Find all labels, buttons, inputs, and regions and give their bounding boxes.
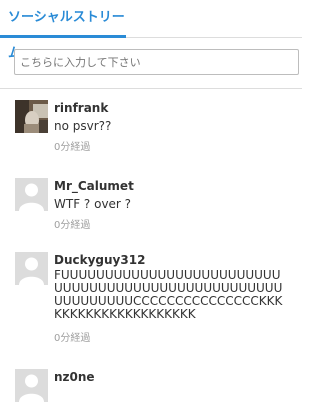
feed-post: nz0ne [0,358,302,402]
default-avatar-icon [15,178,48,211]
post-message: FUUUUUUUUUUUUUUUUUUUUUUUUUUUUUUUUUUUUUUU… [54,268,283,321]
comment-input[interactable] [14,49,299,75]
user-avatar[interactable] [15,252,48,285]
post-message: no psvr?? [54,119,112,133]
feed-post: rinfrank no psvr?? 0分経過 [0,89,302,159]
post-timestamp: 0分経過 [54,333,91,344]
post-timestamp: 0分経過 [54,220,91,231]
post-username[interactable]: rinfrank [54,101,108,115]
default-avatar-icon [15,252,48,285]
user-avatar[interactable] [15,100,48,133]
user-avatar[interactable] [15,178,48,211]
post-username[interactable]: Mr_Calumet [54,179,134,193]
feed-post: Duckyguy312 FUUUUUUUUUUUUUUUUUUUUUUUUUUU… [0,241,302,351]
post-message: WTF ? over ? [54,197,132,211]
post-username[interactable]: nz0ne [54,370,95,384]
feed-post: Mr_Calumet WTF ? over ? 0分経過 [0,167,302,237]
tab-bar: ソーシャルストリーム [0,0,302,61]
post-username[interactable]: Duckyguy312 [54,253,145,267]
photo-avatar-icon [15,100,48,133]
tab-social-stream[interactable]: ソーシャルストリーム [0,0,126,61]
comment-input-area [0,38,302,89]
post-timestamp: 0分経過 [54,142,91,153]
